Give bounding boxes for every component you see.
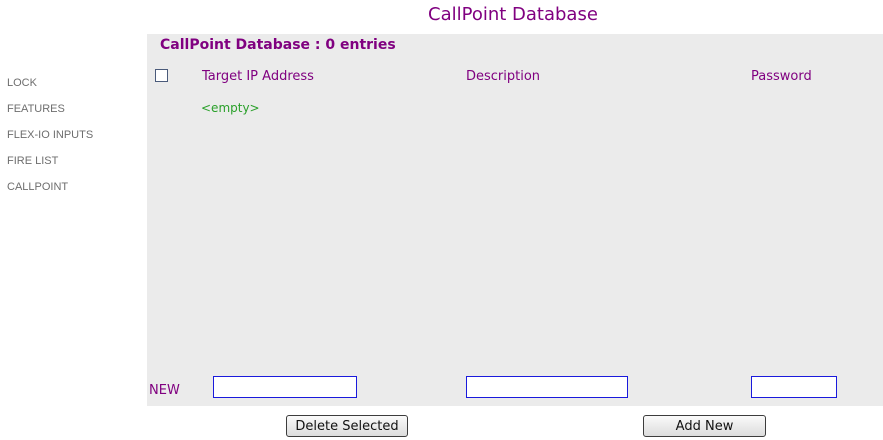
page: CallPoint Database LOCK FEATURES FLEX-IO… — [0, 0, 883, 440]
new-description-input[interactable] — [466, 376, 628, 398]
page-title: CallPoint Database — [428, 4, 598, 25]
sidebar-item-features[interactable]: FEATURES — [7, 103, 147, 129]
column-header-target-ip: Target IP Address — [202, 69, 314, 84]
callpoint-database-panel: CallPoint Database : 0 entries Target IP… — [147, 34, 883, 406]
add-new-button[interactable]: Add New — [643, 415, 766, 437]
new-row-label: NEW — [149, 383, 180, 398]
column-header-password: Password — [751, 69, 812, 84]
sidebar-item-fire-list[interactable]: FIRE LIST — [7, 155, 147, 181]
sidebar-item-lock[interactable]: LOCK — [7, 77, 147, 103]
select-all-checkbox[interactable] — [155, 69, 168, 82]
panel-title: CallPoint Database : 0 entries — [160, 37, 396, 53]
empty-list-placeholder: <empty> — [201, 101, 260, 115]
sidebar-item-flex-io-inputs[interactable]: FLEX-IO INPUTS — [7, 129, 147, 155]
sidebar-item-callpoint[interactable]: CALLPOINT — [7, 181, 147, 207]
delete-selected-button[interactable]: Delete Selected — [286, 415, 408, 437]
new-target-ip-input[interactable] — [213, 376, 357, 398]
sidebar: LOCK FEATURES FLEX-IO INPUTS FIRE LIST C… — [7, 77, 147, 207]
new-password-input[interactable] — [751, 376, 837, 398]
column-header-description: Description — [466, 69, 541, 84]
